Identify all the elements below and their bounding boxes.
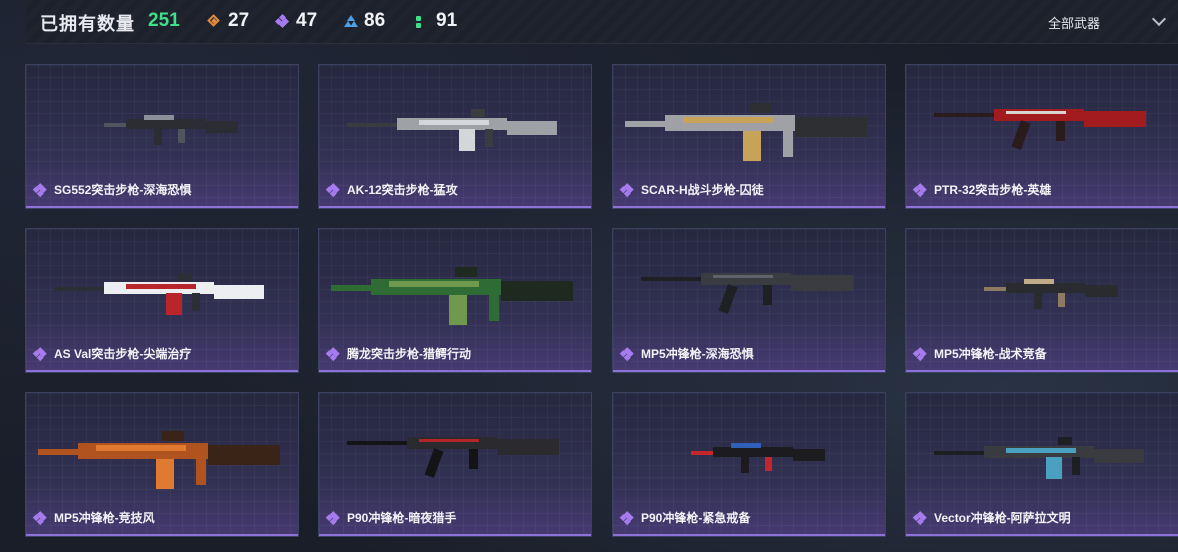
weapon-name-row: Vector冲锋枪-阿萨拉文明: [913, 509, 1071, 526]
purple-rarity-value: 47: [296, 10, 318, 31]
blue-rarity-value: 86: [364, 10, 386, 31]
weapon-name-row: MP5冲锋枪-竞技风: [33, 509, 155, 526]
orange-rarity-icon: [208, 15, 220, 27]
weapon-image: [319, 229, 591, 344]
weapon-filter-label: 全部武器: [1048, 15, 1101, 31]
weapon-name: MP5冲锋枪-竞技风: [54, 511, 155, 525]
purple-rarity-count: 47: [274, 10, 318, 32]
purple-rarity-icon: [274, 13, 290, 29]
weapon-card[interactable]: MP5冲锋枪-竞技风: [25, 392, 299, 537]
weapon-filter-dropdown[interactable]: 全部武器: [1048, 10, 1168, 34]
weapon-card[interactable]: Vector冲锋枪-阿萨拉文明: [905, 392, 1178, 537]
weapon-name: AS Val突击步枪-尖端治疗: [54, 347, 192, 361]
purple-rarity-icon: [33, 346, 47, 360]
weapon-card[interactable]: SG552突击步枪-深海恐惧: [25, 64, 299, 209]
blue-rarity-count: 86: [344, 10, 385, 32]
purple-rarity-icon: [33, 510, 47, 524]
chevron-down-icon: [1151, 11, 1167, 27]
weapon-name: SCAR-H战斗步枪-囚徒: [641, 183, 764, 197]
inventory-summary-bar: 已拥有数量 251 27 47 86 91 全部武器: [26, 0, 1178, 44]
weapon-name: AK-12突击步枪-猛攻: [347, 183, 458, 197]
purple-rarity-icon: [620, 182, 634, 196]
weapon-name: MP5冲锋枪-战术竞备: [934, 347, 1047, 361]
green-rarity-value: 91: [436, 10, 458, 31]
weapon-name-row: SCAR-H战斗步枪-囚徒: [620, 181, 764, 198]
weapon-card[interactable]: SCAR-H战斗步枪-囚徒: [612, 64, 886, 209]
orange-rarity-value: 27: [228, 10, 250, 31]
weapon-image: [26, 229, 298, 344]
weapon-card[interactable]: AK-12突击步枪-猛攻: [318, 64, 592, 209]
weapon-image: [26, 393, 298, 508]
weapon-card[interactable]: P90冲锋枪-紧急戒备: [612, 392, 886, 537]
weapon-name-row: MP5冲锋枪-深海恐惧: [620, 345, 754, 362]
weapon-name: P90冲锋枪-暗夜猎手: [347, 511, 457, 525]
weapon-image: [906, 229, 1178, 344]
weapon-card[interactable]: 腾龙突击步枪-猎鳄行动: [318, 228, 592, 373]
purple-rarity-icon: [326, 510, 340, 524]
purple-rarity-icon: [620, 346, 634, 360]
purple-rarity-icon: [326, 182, 340, 196]
weapon-image: [613, 393, 885, 508]
purple-rarity-icon: [913, 346, 927, 360]
weapon-name: SG552突击步枪-深海恐惧: [54, 183, 192, 197]
purple-rarity-icon: [913, 182, 927, 196]
green-rarity-icon: [416, 15, 428, 28]
weapon-name-row: P90冲锋枪-紧急戒备: [620, 509, 751, 526]
weapon-image: [319, 393, 591, 508]
weapon-image: [613, 65, 885, 180]
weapon-name: PTR-32突击步枪-英雄: [934, 183, 1052, 197]
purple-rarity-icon: [33, 182, 47, 196]
weapon-name-row: SG552突击步枪-深海恐惧: [33, 181, 192, 198]
weapon-card[interactable]: MP5冲锋枪-深海恐惧: [612, 228, 886, 373]
purple-rarity-icon: [620, 510, 634, 524]
weapon-name: Vector冲锋枪-阿萨拉文明: [934, 511, 1071, 525]
weapon-name: MP5冲锋枪-深海恐惧: [641, 347, 754, 361]
weapon-image: [906, 65, 1178, 180]
blue-rarity-icon: [344, 15, 358, 27]
weapon-name-row: AK-12突击步枪-猛攻: [326, 181, 458, 198]
weapon-card[interactable]: P90冲锋枪-暗夜猎手: [318, 392, 592, 537]
green-rarity-count: 91: [416, 10, 457, 32]
owned-count-total: 251: [148, 10, 180, 31]
weapon-image: [906, 393, 1178, 508]
weapon-image: [26, 65, 298, 180]
weapon-name: P90冲锋枪-紧急戒备: [641, 511, 751, 525]
purple-rarity-icon: [913, 510, 927, 524]
weapon-name: 腾龙突击步枪-猎鳄行动: [347, 347, 471, 361]
weapon-card[interactable]: AS Val突击步枪-尖端治疗: [25, 228, 299, 373]
weapon-name-row: MP5冲锋枪-战术竞备: [913, 345, 1047, 362]
purple-rarity-icon: [326, 346, 340, 360]
armory-panel: 已拥有数量 251 27 47 86 91 全部武器 SG552突击步枪-深海恐…: [0, 0, 1178, 552]
weapon-card[interactable]: MP5冲锋枪-战术竞备: [905, 228, 1178, 373]
weapon-name-row: 腾龙突击步枪-猎鳄行动: [326, 345, 471, 362]
weapon-name-row: AS Val突击步枪-尖端治疗: [33, 345, 192, 362]
orange-rarity-count: 27: [208, 10, 249, 32]
weapon-name-row: P90冲锋枪-暗夜猎手: [326, 509, 457, 526]
owned-count-label: 已拥有数量: [40, 14, 135, 34]
weapon-card[interactable]: PTR-32突击步枪-英雄: [905, 64, 1178, 209]
weapon-name-row: PTR-32突击步枪-英雄: [913, 181, 1052, 198]
weapon-image: [613, 229, 885, 344]
weapon-image: [319, 65, 591, 180]
